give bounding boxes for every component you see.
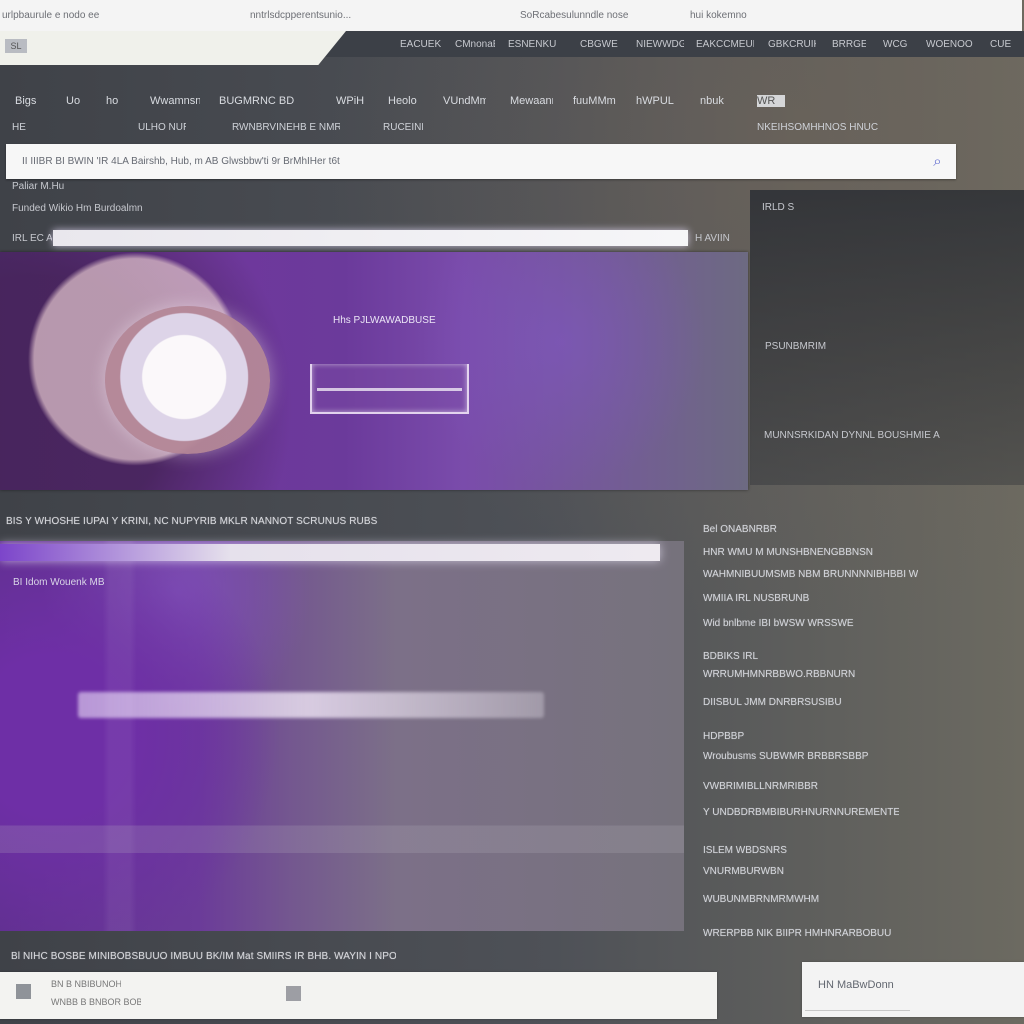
comment-line: WRERPBB NIK BIIPR HMHNRARBOBUUMBB xyxy=(703,928,891,939)
url-segment: urlpbaurule e nodo ee xyxy=(2,10,100,21)
comment-line: Y UNDBDRBMBIBURHNURNNUREMENTE xyxy=(703,807,899,818)
card-label: BN B NBIBUNOH xyxy=(51,979,121,989)
nav-item[interactable]: VUndMmu xyxy=(443,95,486,107)
card-label: WNBB B BNBOR BOBN xyxy=(51,997,141,1007)
video-label: IRL EC A xyxy=(12,233,52,244)
nav-item[interactable]: Bigs xyxy=(15,95,43,107)
featured-video-thumbnail[interactable]: Hhs PJLWAWADBUSE xyxy=(0,252,748,490)
sub-nav-item[interactable]: ULHO NUR xyxy=(138,122,186,133)
sub-nav-item[interactable]: RWNBRVINEHB E NMR xyxy=(232,122,340,133)
speaker-image xyxy=(105,306,270,454)
bottom-left-card[interactable]: BN B NBIBUNOH WNBB B BNBOR BOBN xyxy=(0,972,717,1019)
nav-item[interactable]: WR xyxy=(757,95,785,107)
second-video-label: BI Idom Wouenk MB xyxy=(13,577,105,588)
tab-link[interactable]: CUE xyxy=(990,39,1012,50)
sidebar-note: MUNNSRKIDAN DYNNL BOUSHMIE A xyxy=(764,430,940,441)
comment-line: VNURMBURWBN xyxy=(703,866,784,877)
nav-item[interactable]: fuuMMmi xyxy=(573,95,616,107)
nav-item[interactable]: Wwamnsn xyxy=(150,95,200,107)
nav-item[interactable]: nbuk xyxy=(700,95,725,107)
comment-line: WRRUMHMNRBBWO.RBBNURNH xyxy=(703,669,855,680)
sub-nav-item[interactable]: RUCEINE xyxy=(383,122,423,133)
tab-link[interactable]: CBGWER xyxy=(580,39,618,50)
comment-line: WUBUNMBRNMRMWHM xyxy=(703,894,820,905)
second-video-caption: Bl NIHC BOSBE MINIBOBSBUUO IMBUU BK/IM M… xyxy=(11,951,396,962)
attachment-icon[interactable] xyxy=(286,986,301,1001)
tab-link[interactable]: CMnonaE xyxy=(455,39,495,50)
comment-line: BDBIKS IRL xyxy=(703,651,759,662)
comment-line: HDPBBP xyxy=(703,731,745,742)
video-time: H AVIIN xyxy=(695,233,730,244)
comment-line: Bel ONABNRBR xyxy=(703,524,777,535)
second-video-progress-bar[interactable] xyxy=(0,544,660,561)
comment-line: Wid bnlbme IBI bWSW WRSSWE xyxy=(703,618,854,629)
tab-link[interactable]: EACUEK xyxy=(400,39,442,50)
document-icon xyxy=(16,984,31,999)
nav-item[interactable]: Uo xyxy=(66,95,87,107)
comment-line: DIISBUL JMM DNRBRSUSIBU xyxy=(703,697,842,708)
nav-item[interactable]: ho xyxy=(106,95,126,107)
sidebar-note: PSUNBMRIM xyxy=(765,341,827,352)
featured-video-title: Hhs PJLWAWADBUSE xyxy=(333,315,436,326)
sidebar-note: IRLD S xyxy=(762,202,795,213)
comment-line: HNR WMU M MUNSHBNENGBBNSN BRI xyxy=(703,547,873,558)
video-caption-card xyxy=(310,364,469,414)
browser-url-bar[interactable]: urlpbaurule e nodo ee nntrlsdcpperentsun… xyxy=(0,0,1022,33)
bottom-right-label: HN MaBwDonn xyxy=(818,979,894,991)
divider xyxy=(805,1010,910,1011)
tab-link[interactable]: WOENOOR xyxy=(926,39,973,50)
sub-nav-item[interactable]: NKEIHSOMHHNOS HNUC xyxy=(757,122,892,133)
nav-item[interactable]: Mewaann xyxy=(510,95,553,107)
player-highlight xyxy=(78,692,544,718)
active-browser-tab[interactable]: SL xyxy=(0,31,346,65)
sub-nav-item[interactable]: HE xyxy=(12,122,32,133)
video-date: Funded Wikio Hm Burdoalmn xyxy=(12,203,142,214)
comment-line: VWBRIMIBLLNRMRIBBR xyxy=(703,781,819,792)
nav-item[interactable]: BUGMRNC BD xyxy=(219,95,311,107)
video-progress-bar[interactable] xyxy=(53,230,688,246)
url-segment: nntrlsdcpperentsunio... xyxy=(250,10,352,21)
comment-line: WMIIA IRL NUSBRUNB xyxy=(703,593,810,604)
search-field[interactable]: II IIIBR BI BWIN 'IR 4LA Bairshb, Hub, m… xyxy=(6,144,956,179)
tab-link[interactable]: NIEWWDGE xyxy=(636,39,684,50)
comment-line: ISLEM WBDSNRS xyxy=(703,845,787,856)
nav-item[interactable]: Heolo xyxy=(388,95,422,107)
search-icon[interactable]: ⌕ xyxy=(929,153,946,170)
tab-icon: SL xyxy=(5,39,27,53)
tab-link[interactable]: ESNENKU xyxy=(508,39,566,50)
tab-link[interactable]: EAKCCMEUDEI xyxy=(696,39,754,50)
url-segment: SoRcabesulunndle nose ulkueWubitaokecrSB… xyxy=(520,10,630,21)
tab-link[interactable]: GBKCRUIK xyxy=(768,39,816,50)
comment-line: WAHMNIBUUMSMB NBM BRUNNNNIBHBBI WORNE xyxy=(703,569,918,580)
right-sidebar: IRLD S PSUNBMRIM MUNNSRKIDAN DYNNL BOUSH… xyxy=(750,190,1024,485)
bottom-right-card[interactable]: HN MaBwDonn xyxy=(802,962,1024,1017)
second-video-player[interactable] xyxy=(0,541,684,931)
url-segment: hui kokemno Berwnise... xyxy=(690,10,750,21)
video-meta: Paliar M.Hu xyxy=(12,181,65,192)
tab-link[interactable]: WCG xyxy=(883,39,909,50)
nav-item[interactable]: hWPUL xyxy=(636,95,678,107)
second-video-headline: BIS Y WHOSHE IUPAI Y KRINI, NC NUPYRIB M… xyxy=(6,516,378,527)
tab-link[interactable]: BRRGEE xyxy=(832,39,866,50)
nav-item[interactable]: WPiH xyxy=(336,95,368,107)
search-query: II IIIBR BI BWIN 'IR 4LA Bairshb, Hub, m… xyxy=(22,156,340,167)
comment-line: Wroubusms SUBWMR BRBBRSBBP xyxy=(703,751,869,762)
